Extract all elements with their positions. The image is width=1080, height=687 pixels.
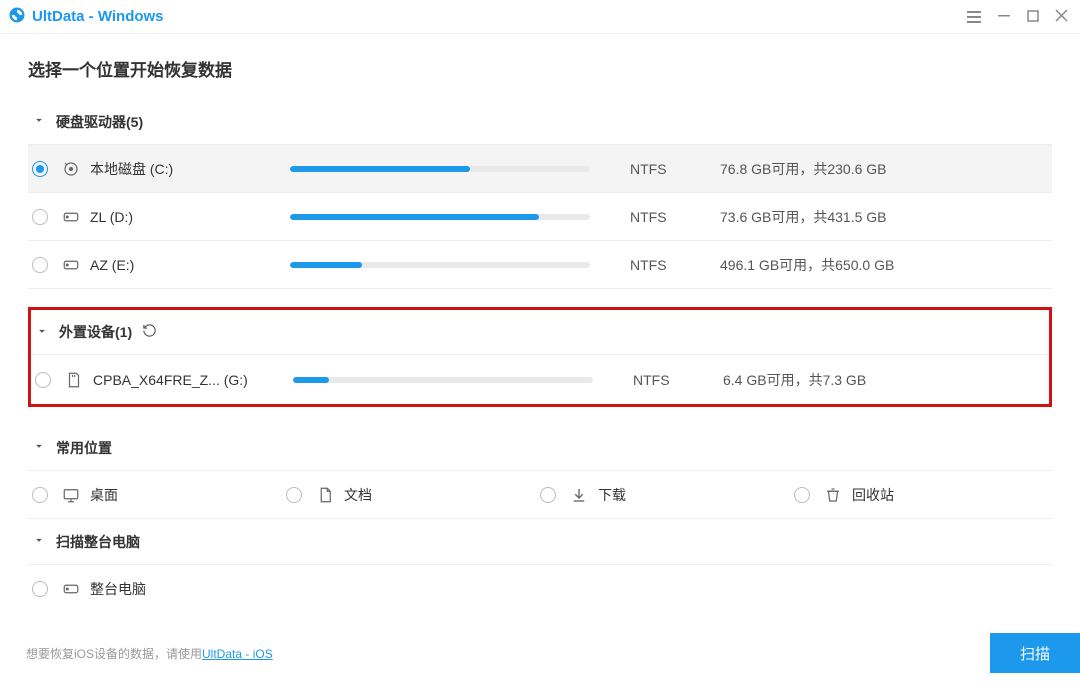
external-row-g[interactable]: CPBA_X64FRE_Z... (G:) NTFS 6.4 GB可用，共7.3…: [31, 354, 1049, 404]
chevron-down-icon: [32, 113, 46, 130]
drives-header[interactable]: 硬盘驱动器(5): [28, 99, 1052, 145]
disk-icon: [62, 160, 80, 178]
drive-name: AZ (E:): [90, 257, 290, 273]
loc-recycle[interactable]: 回收站: [794, 485, 1048, 505]
maximize-button[interactable]: [1027, 9, 1039, 25]
loc-label: 文档: [344, 485, 372, 505]
app-logo-icon: [8, 6, 26, 27]
footer-text: 想要恢复iOS设备的数据，请使用UltData - iOS: [26, 645, 273, 662]
drive-avail: 76.8 GB可用，共230.6 GB: [720, 159, 887, 179]
close-button[interactable]: [1055, 9, 1068, 25]
drive-row-c[interactable]: 本地磁盘 (C:) NTFS 76.8 GB可用，共230.6 GB: [28, 145, 1052, 193]
chevron-down-icon: [35, 324, 49, 341]
loc-downloads[interactable]: 下载: [540, 485, 794, 505]
radio-icon[interactable]: [35, 372, 51, 388]
fs-type: NTFS: [630, 161, 720, 177]
whole-pc-header-label: 扫描整台电脑: [56, 532, 140, 552]
external-devices-box: 外置设备(1) CPBA_X64FRE_Z... (G:) NTFS 6.4 G…: [28, 307, 1052, 407]
whole-pc-header[interactable]: 扫描整台电脑: [28, 519, 1052, 565]
fs-type: NTFS: [630, 257, 720, 273]
usage-bar: [293, 377, 593, 383]
common-header[interactable]: 常用位置: [28, 425, 1052, 471]
radio-icon[interactable]: [32, 209, 48, 225]
whole-pc-row[interactable]: 整台电脑: [28, 565, 1052, 613]
download-icon: [570, 486, 588, 504]
hdd-icon: [62, 580, 80, 598]
fs-type: NTFS: [630, 209, 720, 225]
scan-label: 扫描: [1020, 643, 1050, 664]
recycle-bin-icon: [824, 486, 842, 504]
minimize-button[interactable]: [997, 8, 1011, 25]
radio-icon[interactable]: [540, 487, 556, 503]
usage-bar: [290, 166, 590, 172]
chevron-down-icon: [32, 533, 46, 550]
drive-name: CPBA_X64FRE_Z... (G:): [93, 372, 293, 388]
refresh-icon[interactable]: [142, 323, 157, 341]
drives-header-label: 硬盘驱动器(5): [56, 112, 143, 132]
radio-icon[interactable]: [286, 487, 302, 503]
drive-avail: 73.6 GB可用，共431.5 GB: [720, 207, 887, 227]
usage-bar: [290, 214, 590, 220]
drive-row-d[interactable]: ZL (D:) NTFS 73.6 GB可用，共431.5 GB: [28, 193, 1052, 241]
titlebar: UltData - Windows: [0, 0, 1080, 34]
usage-bar: [290, 262, 590, 268]
radio-icon[interactable]: [32, 257, 48, 273]
app-title: UltData - Windows: [32, 8, 164, 25]
drive-row-e[interactable]: AZ (E:) NTFS 496.1 GB可用，共650.0 GB: [28, 241, 1052, 289]
hdd-icon: [62, 256, 80, 274]
loc-label: 回收站: [852, 485, 894, 505]
drive-name: ZL (D:): [90, 209, 290, 225]
ultdata-ios-link[interactable]: UltData - iOS: [202, 647, 273, 661]
chevron-down-icon: [32, 439, 46, 456]
whole-pc-label: 整台电脑: [90, 579, 290, 599]
drive-name: 本地磁盘 (C:): [90, 159, 290, 179]
document-icon: [316, 486, 334, 504]
common-row: 桌面 文档 下载 回收站: [28, 471, 1052, 519]
radio-icon[interactable]: [794, 487, 810, 503]
common-header-label: 常用位置: [56, 438, 112, 458]
desktop-icon: [62, 486, 80, 504]
footer: 想要恢复iOS设备的数据，请使用UltData - iOS 扫描: [0, 631, 1080, 687]
scan-button[interactable]: 扫描: [990, 633, 1080, 673]
radio-icon[interactable]: [32, 487, 48, 503]
sd-card-icon: [65, 371, 83, 389]
loc-label: 下载: [598, 485, 626, 505]
drive-avail: 496.1 GB可用，共650.0 GB: [720, 255, 894, 275]
radio-icon[interactable]: [32, 581, 48, 597]
drive-avail: 6.4 GB可用，共7.3 GB: [723, 370, 866, 390]
loc-desktop[interactable]: 桌面: [32, 485, 286, 505]
radio-selected-icon[interactable]: [32, 161, 48, 177]
menu-icon[interactable]: [967, 11, 981, 23]
loc-label: 桌面: [90, 485, 118, 505]
footer-msg: 想要恢复iOS设备的数据，请使用: [26, 647, 202, 661]
fs-type: NTFS: [633, 372, 723, 388]
external-header[interactable]: 外置设备(1): [31, 310, 1049, 354]
page-title: 选择一个位置开始恢复数据: [28, 56, 1052, 81]
hdd-icon: [62, 208, 80, 226]
external-header-label: 外置设备(1): [59, 322, 132, 342]
loc-documents[interactable]: 文档: [286, 485, 540, 505]
